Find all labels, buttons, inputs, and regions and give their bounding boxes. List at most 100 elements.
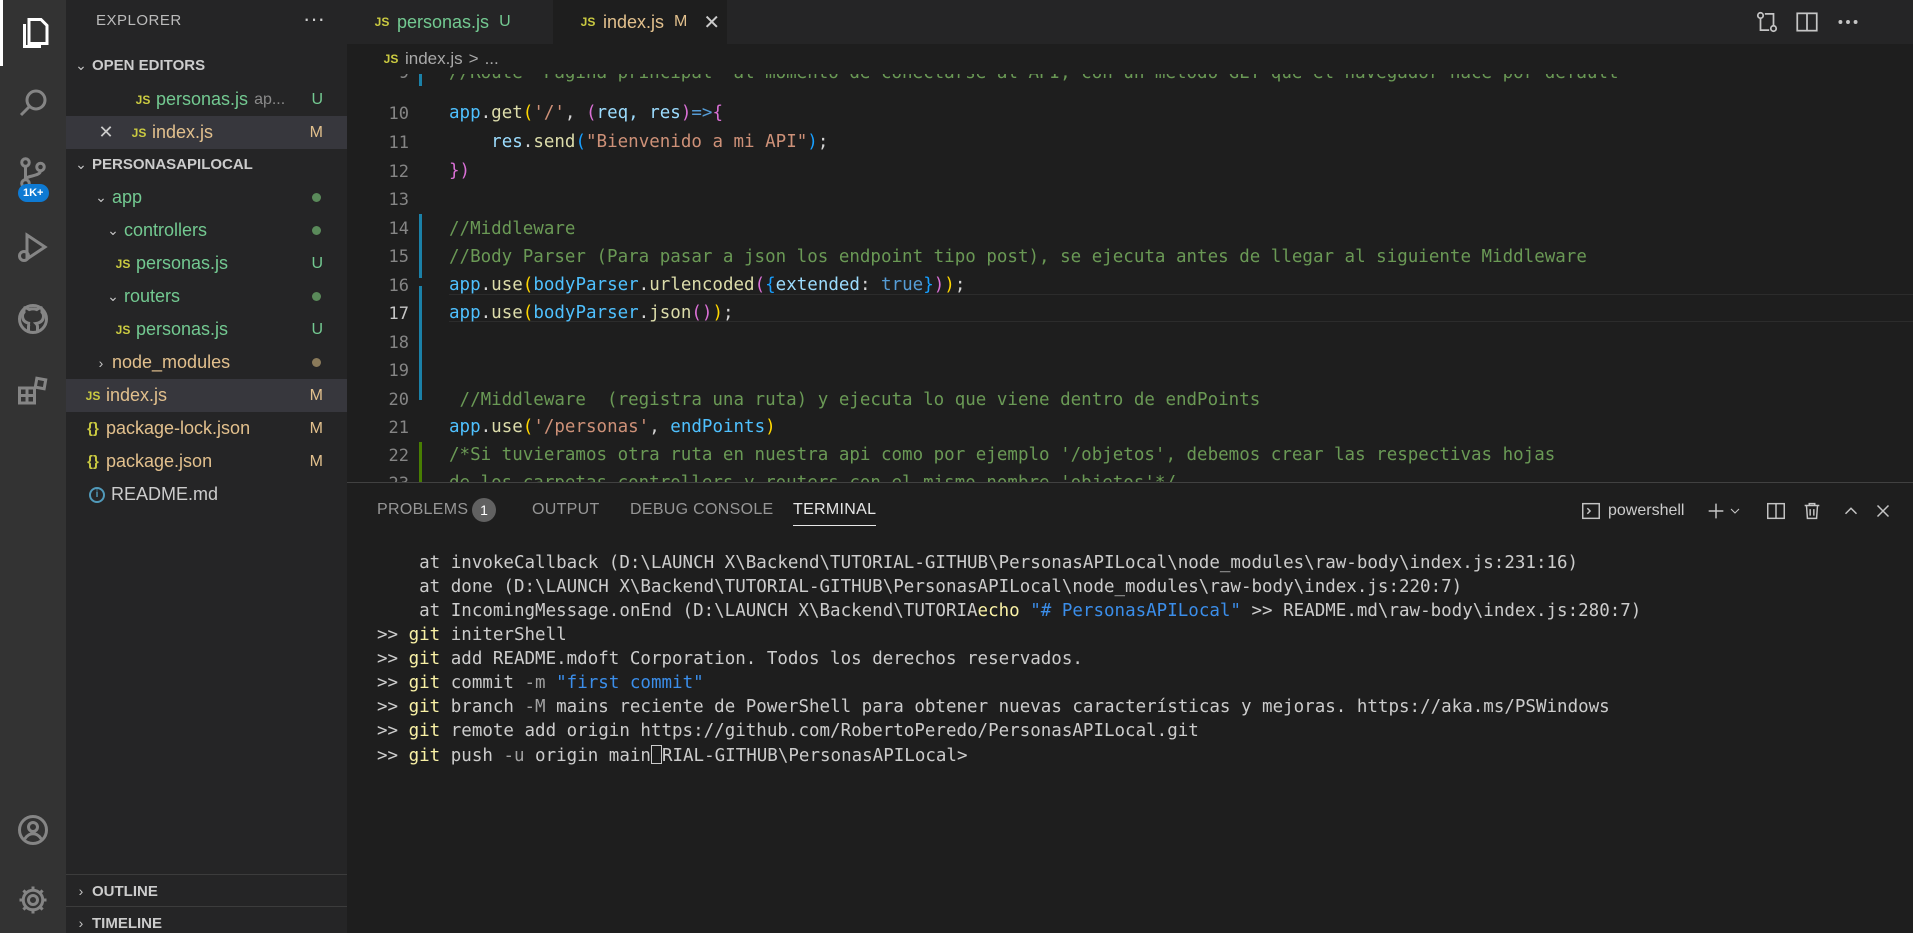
js-file-icon: JS [131,125,147,140]
line-number: 9 [347,74,409,83]
git-status-untracked: U [499,13,511,30]
account-icon[interactable] [0,797,66,863]
breadcrumb: JS index.js > ... [347,44,499,74]
gutter-modified [419,286,422,400]
tab-index-js[interactable]: JS index.js M ✕ [553,0,727,44]
chevron-down-icon: ⌄ [95,189,107,205]
open-editor-filename: personas.js [156,89,249,109]
breadcrumb-symbols[interactable]: ... [485,49,499,69]
open-editors-header[interactable]: ⌄ OPEN EDITORS [66,49,347,82]
tree-file-index[interactable]: JS index.js M [66,379,347,412]
close-panel-icon[interactable] [1872,497,1894,525]
code-line: //Body Parser (Para pasar a json los end… [449,247,1587,267]
tab-personas-js[interactable]: JS personas.js U [347,0,553,44]
terminal-icon [1582,502,1600,520]
open-changes-icon[interactable] [1754,9,1780,35]
tree-folder-node-modules[interactable]: › node_modules [66,346,347,379]
line-number: 10 [388,104,409,124]
gutter-added [419,442,422,482]
line-number: 21 [388,418,409,438]
git-status-modified: M [309,452,323,470]
chevron-down-icon [1730,508,1740,514]
maximize-panel-chevron-up-icon[interactable] [1840,497,1862,525]
open-editor-index[interactable]: ✕ JS index.js M [66,116,347,149]
kill-terminal-trash-icon[interactable] [1801,497,1823,525]
tree-file-controllers-personas[interactable]: JS personas.js U [66,247,347,280]
tree-file-readme[interactable]: i README.md [66,478,347,511]
code-line: //Middleware (registra una ruta) y ejecu… [449,390,1261,410]
tab-debug-console[interactable]: DEBUG CONSOLE [630,501,774,519]
open-editor-personas[interactable]: JS personas.js ap... U [66,83,347,116]
breadcrumb-file[interactable]: index.js [405,49,463,69]
chevron-right-icon: › [98,354,104,371]
js-file-icon: JS [115,322,131,337]
terminal-line: >> git push -u origin main RIAL-GITHUB\Pe… [377,745,968,766]
tree-file-routers-personas[interactable]: JS personas.js U [66,313,347,346]
code-line: app.get('/', (req, res)=>{ [449,103,724,123]
settings-gear-icon[interactable] [0,867,66,933]
tree-folder-controllers[interactable]: ⌄ controllers [66,214,347,247]
tree-file-package-lock[interactable]: {} package-lock.json M [66,412,347,445]
code-line: /*Si tuvieramos otra ruta en nuestra api… [449,445,1556,465]
code-line: //Route "Pagina principal" al momento de… [449,74,1618,83]
tree-file-package[interactable]: {} package.json M [66,445,347,478]
run-debug-icon[interactable] [0,214,66,280]
line-number: 17 [388,304,409,324]
code-line: }) [449,161,471,181]
project-header[interactable]: ⌄ PERSONASAPILOCAL [66,148,347,181]
explorer-sidebar: EXPLORER ··· ⌄ OPEN EDITORS JS personas.… [66,0,347,933]
line-number: 16 [388,276,409,296]
terminal-shell-selector[interactable]: powershell [1580,497,1684,525]
git-status-modified: M [309,419,323,437]
breadcrumb-separator: > [468,49,479,68]
line-number: 19 [388,361,409,381]
terminal-line: >> git remote add origin https://github.… [377,721,1199,741]
split-terminal-icon[interactable] [1765,497,1787,525]
tree-folder-app[interactable]: ⌄ app [66,181,347,214]
line-number: 20 [388,390,409,410]
timeline-section[interactable]: › TIMELINE [66,906,347,933]
github-icon[interactable] [0,286,66,352]
search-icon[interactable] [0,70,66,136]
js-file-icon: JS [85,388,101,403]
chevron-right-icon: › [78,883,84,899]
close-tab-button[interactable]: ✕ [703,10,720,35]
tab-terminal[interactable]: TERMINAL [793,501,877,526]
terminal-line: at invokeCallback (D:\LAUNCH X\Backend\T… [377,553,1579,573]
chevron-right-icon: › [78,915,84,931]
more-actions-icon[interactable] [1835,9,1861,35]
git-status-untracked: U [311,90,323,108]
terminal-cursor [650,745,662,764]
terminal-line: >> git initerShell [377,625,567,645]
open-editor-filename: index.js [152,122,214,142]
line-number: 23 [347,474,409,482]
chevron-down-icon: ⌄ [75,57,87,73]
terminal-line: >> git branch -M mains reciente de Power… [377,697,1610,717]
explorer-icon[interactable] [0,0,66,66]
js-file-icon: JS [115,256,131,271]
line-number: 18 [388,333,409,353]
code-line: app.use(bodyParser.json()); [449,303,734,323]
tree-folder-routers[interactable]: ⌄ routers [66,280,347,313]
git-status-modified: M [309,123,323,141]
more-actions-button[interactable]: ··· [303,6,325,32]
terminal-line: at done (D:\LAUNCH X\Backend\TUTORIAL-GI… [377,577,1463,597]
status-dot [312,226,321,235]
extensions-icon[interactable] [0,358,66,424]
source-control-icon[interactable]: 1K+ [0,140,66,206]
plus-icon [1708,503,1724,519]
terminal-line: >> git add README.mdoft Corporation. Tod… [377,649,1083,669]
code-editor[interactable]: 9 10 11 12 13 14 15 16 17 18 19 20 21 22… [347,74,1913,482]
split-editor-icon[interactable] [1794,9,1820,35]
tab-output[interactable]: OUTPUT [532,501,600,519]
outline-section[interactable]: › OUTLINE [66,874,347,907]
tab-problems[interactable]: PROBLEMS [377,501,468,519]
terminal-line: >> git commit -m "first commit" [377,673,704,693]
line-number: 14 [388,219,409,239]
code-line: //Middleware [449,219,576,239]
close-editor-button[interactable]: ✕ [92,122,120,143]
activity-bar: 1K+ [0,0,66,933]
git-status-modified: M [674,13,688,30]
json-file-icon: {} [87,420,99,437]
new-terminal-button[interactable] [1705,497,1743,525]
